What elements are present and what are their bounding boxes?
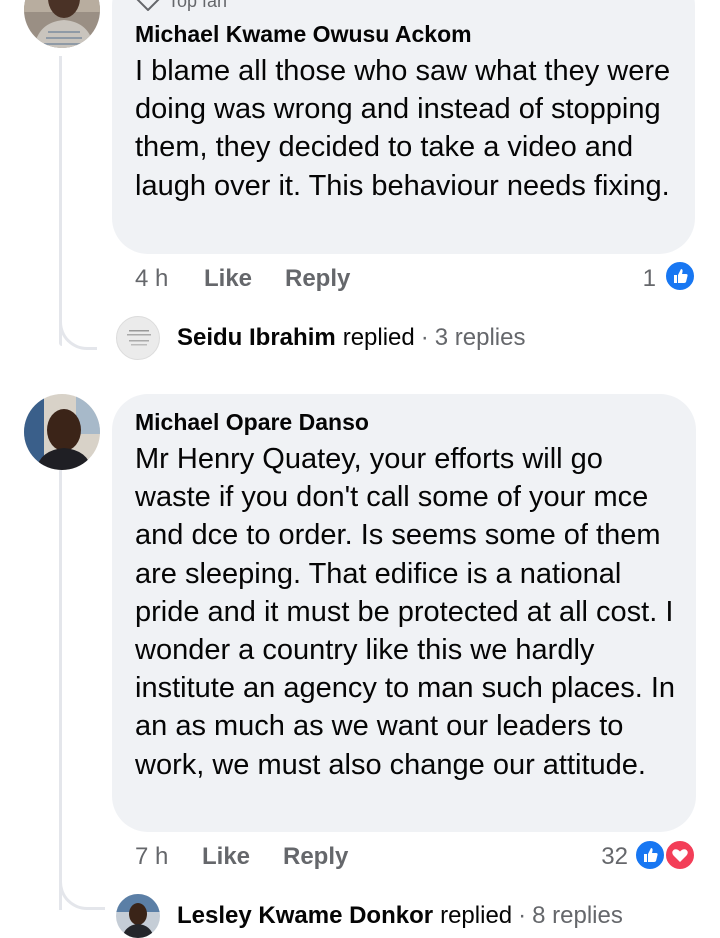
replier-name: Lesley Kwame Donkor [177,902,434,929]
replied-label: replied [440,902,513,929]
view-replies-link[interactable]: Lesley Kwame Donkor replied · 8 replies [177,902,623,930]
reaction-count[interactable]: 1 [620,265,656,293]
avatar[interactable] [24,394,100,470]
avatar[interactable] [24,0,100,48]
comment-text: I blame all those who saw what they were… [135,55,671,202]
reply-avatar[interactable] [116,316,160,360]
reply-avatar[interactable] [116,894,160,938]
thread-line [59,470,62,910]
reply-count: 8 replies [532,902,623,929]
love-reaction-icon[interactable] [664,839,696,871]
like-reaction-icon[interactable] [634,839,666,871]
like-reaction-icon[interactable] [664,260,696,292]
separator: · [518,902,527,929]
thread-line [59,56,62,346]
comment-author[interactable]: Michael Opare Danso [135,409,369,436]
reply-count: 3 replies [434,324,526,351]
comment-text: Mr Henry Quatey, your efforts will go wa… [135,443,676,781]
diamond-icon [137,0,159,11]
thread-connector [59,880,105,910]
reply-button[interactable]: Reply [285,265,350,293]
like-button[interactable]: Like [204,265,252,293]
comment-author[interactable]: Michael Kwame Owusu Ackom [135,21,472,48]
comment-timestamp[interactable]: 4 h [135,265,168,293]
separator: · [420,324,429,351]
thread-connector [59,320,97,350]
like-button[interactable]: Like [202,843,250,871]
replied-label: replied [342,324,415,351]
replier-name: Seidu Ibrahim [177,324,336,351]
top-fan-badge: Top fan [136,0,227,12]
comment-timestamp[interactable]: 7 h [135,843,168,871]
reaction-count[interactable]: 32 [584,843,628,871]
badge-label: Top fan [168,0,228,11]
view-replies-link[interactable]: Seidu Ibrahim replied · 3 replies [177,324,525,352]
reply-button[interactable]: Reply [283,843,348,871]
